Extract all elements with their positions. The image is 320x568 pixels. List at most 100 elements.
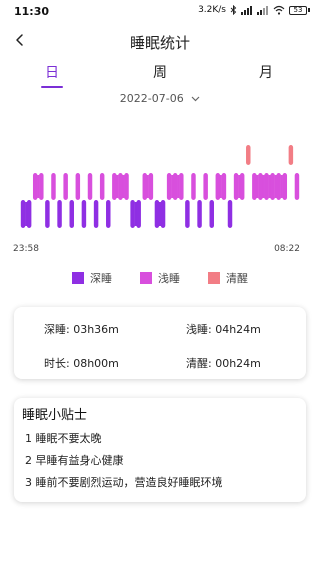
hypnogram-segment-deep [69,200,74,228]
legend-awake: 清醒 [208,270,248,286]
legend-swatch-deep [72,272,84,284]
hypnogram-segment-light [233,173,239,200]
legend-label-light: 浅睡 [158,272,180,285]
hypnogram-link [146,175,149,198]
wifi-icon [273,5,285,15]
hypnogram-segment-light [191,173,196,200]
signal-icon-2 [257,6,268,15]
signal-icon [241,6,252,15]
hypnogram-link [25,202,28,226]
hypnogram-link [274,175,277,198]
hypnogram-link [268,175,271,198]
hypnogram-segment-light [239,173,245,200]
tip-item: 1 睡眠不要太晚 [25,432,102,445]
hypnogram-segment-light [203,173,208,200]
hypnogram-segment-light [215,173,221,200]
hypnogram-segment-light [75,173,81,200]
hypnogram-link [171,175,174,198]
tab-day[interactable]: 日 [32,62,72,88]
hypnogram-segment-deep [26,200,32,228]
hypnogram-link [238,175,241,198]
hypnogram-link [280,175,283,198]
status-bar: 11:30 3.2K/s 53 [0,0,320,24]
hypnogram-segment-light [124,173,129,200]
legend-deep: 深睡 [72,270,112,286]
chart-start-time: 23:58 [13,244,39,254]
hypnogram-segment-light [32,173,38,200]
hypnogram-segment-deep [197,200,202,228]
chart-legend: 深睡 浅睡 清醒 [0,270,320,286]
legend-label-awake: 清醒 [226,272,248,285]
chart-end-time: 08:22 [274,244,300,254]
legend-swatch-awake [208,272,220,284]
header: 睡眠统计 [0,26,320,56]
hypnogram-segment-deep [81,200,87,228]
hypnogram-link [159,202,161,226]
hypnogram-segment-awake [288,145,294,165]
hypnogram-link [256,175,259,198]
hypnogram-segment-light [51,173,56,200]
tip-item: 3 睡前不要剧烈运动，营造良好睡眠环境 [25,476,223,489]
hypnogram-segment-deep [106,200,111,228]
hypnogram-link [177,175,180,198]
hypnogram-segment-light [221,173,227,200]
stat-light-sleep: 浅睡: 04h24m [186,323,261,336]
hypnogram-segment-deep [185,200,190,228]
sleep-hypnogram [20,145,300,228]
hypnogram-segment-light [99,173,105,200]
hypnogram-segment-light [112,173,117,200]
hypnogram-segment-light [270,173,275,200]
sleep-tips-card: 睡眠小贴士 1 睡眠不要太晚 2 早睡有益身心健康 3 睡前不要剧烈运动，营造良… [14,398,306,502]
hypnogram-segment-light [142,173,148,200]
hypnogram-link [37,175,40,198]
hypnogram-segment-deep [45,200,50,228]
hypnogram-segment-light [276,173,281,200]
hypnogram-segment-light [258,173,263,200]
status-time: 11:30 [14,5,50,18]
hypnogram-segment-deep [160,200,166,228]
hypnogram-link [262,175,265,198]
battery-level: 53 [289,5,307,15]
battery-icon: 53 [289,5,310,15]
hypnogram-segment-deep [130,200,135,228]
page-title: 睡眠统计 [129,34,190,52]
net-speed: 3.2K/s [198,5,226,15]
hypnogram-segment-deep [209,200,214,228]
hypnogram-segment-light [63,173,68,200]
tip-item: 2 早睡有益身心健康 [25,454,124,467]
hypnogram-segment-deep [20,200,26,228]
stat-awake: 清醒: 00h24m [186,357,261,370]
chevron-down-icon [191,96,200,102]
sleep-summary-card: 深睡: 03h36m 浅睡: 04h24m 时长: 08h00m 清醒: 00h… [14,307,306,379]
period-tabs: 日 周 月 [0,62,320,90]
hypnogram-segment-light [87,173,93,200]
tab-week[interactable]: 周 [140,62,180,88]
hypnogram-segment-light [172,173,178,200]
hypnogram-segment-light [252,173,257,200]
date-selector[interactable]: 2022-07-06 [0,92,320,105]
hypnogram-segment-light [264,173,269,200]
hypnogram-segment-deep [136,200,141,228]
tips-title: 睡眠小贴士 [22,408,88,423]
hypnogram-segment-light [179,173,184,200]
status-icons: 3.2K/s 53 [198,5,310,15]
hypnogram-segment-light [282,173,288,200]
tab-month[interactable]: 月 [246,62,286,88]
hypnogram-link [116,175,119,198]
hypnogram-segment-deep [57,200,62,228]
date-value: 2022-07-06 [119,92,184,105]
stat-duration: 时长: 08h00m [44,357,119,370]
hypnogram-segment-light [118,173,123,200]
hypnogram-segment-deep [93,200,99,228]
hypnogram-segment-light [166,173,172,200]
hypnogram-link [122,175,125,198]
hypnogram-segment-deep [227,200,233,228]
hypnogram-segment-deep [154,200,160,228]
hypnogram-segment-awake [246,145,251,165]
bluetooth-icon [230,5,237,15]
hypnogram-segment-light [39,173,44,200]
legend-label-deep: 深睡 [90,272,112,285]
hypnogram-link [219,175,222,198]
hypnogram-segment-light [148,173,154,200]
stat-deep-sleep: 深睡: 03h36m [44,323,119,336]
